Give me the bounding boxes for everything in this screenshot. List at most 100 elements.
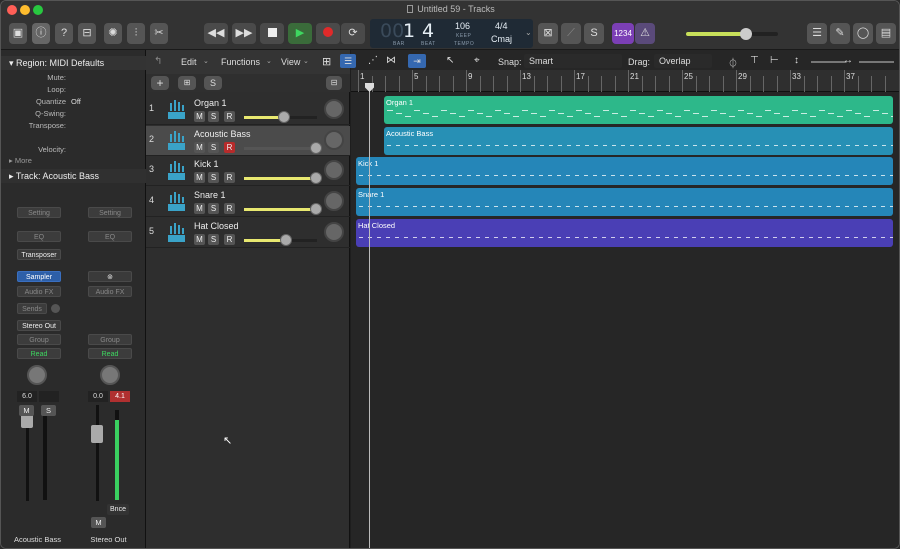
track-volume-knob[interactable] [280,233,293,246]
track-mute-button[interactable]: M [194,233,205,245]
pointer-tool-icon[interactable]: ↖ [446,55,454,66]
loop-browser-button[interactable]: ◯ [853,23,873,44]
count-in-button[interactable]: 1234 [612,23,634,44]
smart-controls-button[interactable]: ✺ [104,23,122,44]
track-record-enable-button[interactable]: R [224,233,235,245]
track-volume-slider[interactable] [244,233,317,246]
record-button[interactable] [316,23,340,44]
strip1-midi-fx-slot[interactable]: Transposer [17,249,61,260]
track-name[interactable]: Hat Closed [194,221,239,231]
strip2-automation-mode[interactable]: Read [88,348,132,359]
strip2-volume-fader-track[interactable] [96,405,99,501]
inspector-row[interactable]: Transpose: [1,121,146,132]
track-name[interactable]: Snare 1 [194,190,226,200]
list-editors-button[interactable]: ☰ [807,23,827,44]
browsers-button[interactable]: ▤ [876,23,896,44]
strip2-bounce-button[interactable]: Bnce [107,504,129,515]
strip1-peak-value[interactable] [39,391,59,402]
play-button[interactable]: ▶ [288,23,312,44]
mixer-button[interactable]: ⫶ [127,23,145,44]
fast-forward-button[interactable]: ▶▶ [232,23,256,44]
strip2-eq-button[interactable]: EQ [88,231,132,242]
library-button[interactable]: ▣ [9,23,27,44]
metronome-button[interactable]: ⚠ [635,23,655,44]
inspector-row[interactable]: Q-Swing: [1,109,146,120]
midi-region[interactable]: Hat Closed [356,218,893,247]
track-record-enable-button[interactable]: R [224,172,235,184]
flex-icon[interactable]: ⋈ [386,55,396,66]
rewind-button[interactable]: ◀◀ [204,23,228,44]
bar-ruler[interactable]: 1 5 9 13 17 21 25 29 33 37 [351,70,899,92]
track-record-enable-button[interactable]: R [224,141,235,153]
track-record-enable-button[interactable]: R [224,203,235,215]
track-header-row[interactable]: 3 Kick 1 MSR [146,156,350,187]
strip1-pan-knob[interactable] [27,365,47,385]
more-disclosure[interactable]: ▸ More [9,156,32,165]
track-name[interactable]: Acoustic Bass [194,129,251,139]
horizontal-zoom-icon[interactable]: ↔ [843,55,853,66]
track-pan-knob[interactable] [324,160,344,181]
edit-menu[interactable]: Edit [181,57,197,67]
region-area[interactable]: Organ 1 Acoustic Bass Kick 1 Snare 1 Hat Clo… [351,94,899,254]
master-volume-knob[interactable] [740,28,752,40]
track-mute-button[interactable]: M [194,111,205,122]
midi-region[interactable]: Acoustic Bass [384,126,893,155]
track-volume-knob[interactable] [309,172,322,185]
track-solo-button[interactable]: S [208,233,219,245]
midi-region[interactable]: Kick 1 [356,157,893,186]
strip1-sends-slot[interactable]: Sends [17,303,47,314]
track-pan-knob[interactable] [324,191,344,212]
inspector-row[interactable]: Quantize Off [1,97,146,108]
midi-region[interactable]: Organ 1 [384,96,893,124]
track-header-row[interactable]: 2 Acoustic Bass M S R [146,125,350,156]
duplicate-track-button[interactable]: ⊞ [178,76,196,90]
global-solo-button[interactable]: S [204,76,222,90]
strip2-pan-knob[interactable] [100,365,120,385]
strip1-output-slot[interactable]: Stereo Out [17,320,61,331]
lcd-chevron-down-icon[interactable]: ⌄ [525,28,532,37]
track-solo-button[interactable]: S [208,141,219,153]
track-record-enable-button[interactable]: R [224,111,235,122]
strip1-group-slot[interactable]: Group [17,334,61,345]
track-header-row[interactable]: 5 Hat Closed M S R [146,218,350,248]
inspector-row[interactable]: Loop: [1,85,146,96]
strip2-audio-fx-slot[interactable]: Audio FX [88,286,132,297]
editors-button[interactable]: ✂ [150,23,168,44]
horizontal-fit-icon[interactable]: ⊢ [770,55,779,66]
region-inspector-header[interactable]: ▾ Region: MIDI Defaults [1,56,146,70]
strip2-volume-fader[interactable] [91,425,103,443]
drag-dropdown[interactable]: Overlap [654,54,712,68]
vertical-zoom-icon[interactable]: ↕ [794,55,799,66]
midi-region[interactable]: Snare 1 [356,188,893,217]
quick-help-button[interactable]: ? [55,23,73,44]
track-name[interactable]: Organ 1 [194,98,227,108]
strip1-setting-button[interactable]: Setting [17,207,61,218]
catch-playhead-icon[interactable]: ⇥ [408,54,426,68]
track-header-row[interactable]: 4 Snare 1 MSR [146,187,350,218]
track-inspector-header[interactable]: ▸ Track: Acoustic Bass [1,169,146,183]
list-view-icon[interactable]: ☰ [340,54,356,68]
track-volume-slider[interactable] [244,172,322,185]
strip2-link-button[interactable]: ⊚ [88,271,132,282]
add-track-button[interactable]: + [151,76,169,90]
track-header-row[interactable]: 1 Organ 1 MSR [146,95,350,125]
track-volume-knob[interactable] [278,111,291,123]
strip1-solo-button[interactable]: S [41,405,56,416]
track-solo-button[interactable]: S [208,172,219,184]
strip2-peak-value[interactable]: 4.1 [110,391,130,402]
master-volume-slider[interactable] [686,28,778,40]
inspector-row[interactable] [1,133,146,144]
track-volume-slider[interactable] [244,111,317,123]
track-volume-knob[interactable] [309,203,322,216]
strip1-send-knob[interactable] [51,304,60,313]
replace-button[interactable]: ⊠ [538,23,558,44]
track-pan-knob[interactable] [324,99,344,119]
view-menu[interactable]: View [281,57,300,67]
strip1-eq-button[interactable]: EQ [17,231,61,242]
strip2-volume-value[interactable]: 0.0 [88,391,108,402]
stop-button[interactable] [260,23,284,44]
track-solo-button[interactable]: S [208,111,219,122]
strip2-setting-button[interactable]: Setting [88,207,132,218]
tuner-button[interactable]: ⟋ [561,23,581,44]
inspector-button[interactable]: ⓘ [32,23,50,44]
